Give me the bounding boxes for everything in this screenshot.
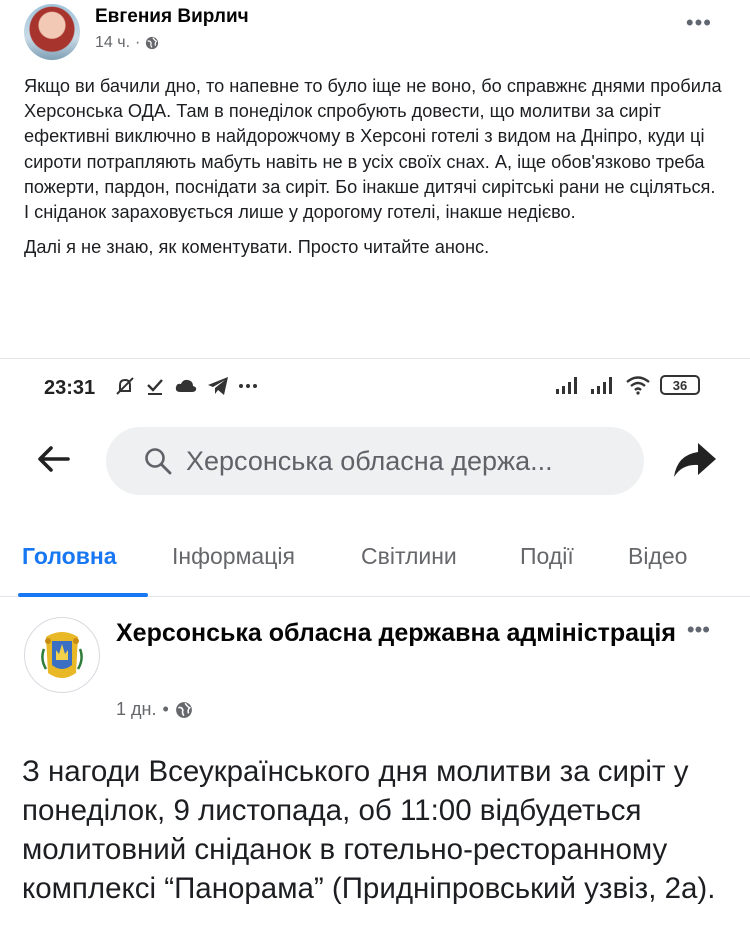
- post-meta: 14 ч. ·: [95, 34, 159, 52]
- coat-of-arms-icon: [41, 632, 83, 678]
- post-time[interactable]: 14 ч.: [95, 34, 130, 52]
- facebook-post: Евгения Вирлич 14 ч. · ••• Якщо ви бачил…: [0, 0, 750, 358]
- page-name[interactable]: Херсонська обласна державна адміністраці…: [116, 617, 676, 649]
- post-paragraph-2: Далі я не знаю, як коментувати. Просто ч…: [24, 237, 490, 258]
- announcement-text: З нагоди Всеукраїнського дня молитви за …: [22, 755, 716, 905]
- mute-icon: [116, 377, 134, 395]
- tab-home[interactable]: Головна: [22, 543, 117, 570]
- page-post-options-button[interactable]: •••: [687, 617, 710, 643]
- cloud-icon: [175, 379, 197, 392]
- signal-icon: [556, 377, 577, 394]
- wifi-icon: [626, 376, 650, 395]
- globe-icon: [146, 36, 159, 50]
- post-options-button[interactable]: •••: [686, 10, 712, 36]
- signal-icon: [591, 377, 612, 394]
- check-icon: [147, 379, 163, 395]
- status-right-icons: 36: [555, 375, 700, 395]
- telegram-icon: [208, 377, 228, 395]
- author-avatar[interactable]: [24, 4, 80, 60]
- active-tab-indicator: [18, 593, 148, 597]
- status-left-icons: [114, 375, 258, 397]
- search-query: Херсонська обласна держа...: [186, 445, 553, 476]
- battery-icon: 36: [660, 375, 700, 395]
- arrow-left-icon[interactable]: [36, 445, 70, 473]
- globe-icon: [175, 701, 192, 718]
- page-avatar[interactable]: [24, 617, 100, 693]
- tab-info[interactable]: Інформація: [172, 543, 295, 570]
- share-arrow-icon[interactable]: [672, 441, 718, 479]
- tab-videos[interactable]: Відео: [628, 543, 687, 570]
- meta-separator: •: [162, 699, 169, 719]
- meta-separator: ·: [135, 34, 141, 51]
- status-bar: 23:31 36: [0, 359, 750, 419]
- page-post-meta: 1 дн. •: [116, 699, 193, 720]
- search-icon: [145, 448, 172, 475]
- page-post-time[interactable]: 1 дн.: [116, 699, 156, 720]
- tab-events[interactable]: Події: [520, 543, 574, 570]
- search-row: Херсонська обласна держа...: [0, 421, 750, 499]
- more-dots-icon: [239, 384, 257, 388]
- page-tabs: Головна Інформація Світлини Події Відео: [0, 535, 750, 597]
- embedded-phone-screenshot: 23:31 36 Херсонська обласна держа... Гол…: [0, 358, 750, 946]
- tab-photos[interactable]: Світлини: [361, 543, 457, 570]
- post-body: Якщо ви бачили дно, то напевне то було і…: [24, 74, 724, 270]
- post-paragraph-1: Якщо ви бачили дно, то напевне то було і…: [24, 76, 722, 223]
- status-time: 23:31: [44, 377, 96, 399]
- search-input[interactable]: Херсонська обласна держа...: [106, 427, 644, 495]
- author-name[interactable]: Евгения Вирлич: [95, 6, 249, 28]
